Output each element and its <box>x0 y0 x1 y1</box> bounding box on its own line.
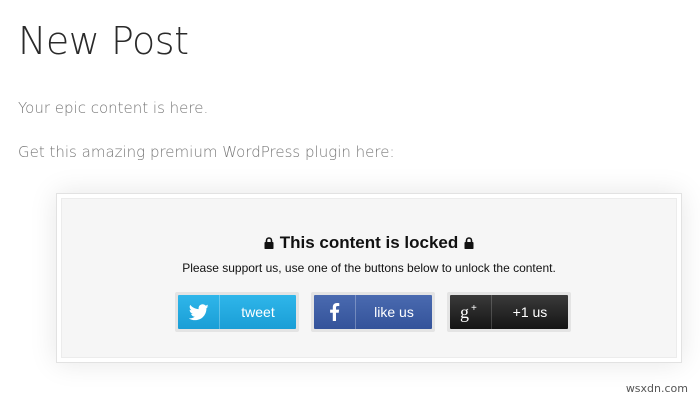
svg-text:+: + <box>471 303 477 314</box>
twitter-bird-icon <box>178 295 220 329</box>
tweet-button-frame: tweet <box>175 292 299 332</box>
watermark: wsxdn.com <box>625 382 688 395</box>
content-paragraph: Get this amazing premium WordPress plugi… <box>18 143 395 161</box>
page-title: New Post <box>18 19 189 63</box>
locker-message: Please support us, use one of the button… <box>182 261 556 275</box>
content-paragraph: Your epic content is here. <box>18 99 209 117</box>
plusone-button-frame: g + +1 us <box>447 292 571 332</box>
facebook-like-button[interactable]: like us <box>314 295 432 329</box>
lock-icon <box>464 237 474 249</box>
google-plus-icon: g + <box>450 295 492 329</box>
content-locker: This content is locked Please support us… <box>56 193 682 363</box>
like-button-frame: like us <box>311 292 435 332</box>
locker-heading: This content is locked <box>62 233 676 253</box>
plusone-button-label: +1 us <box>512 304 548 320</box>
svg-text:g: g <box>460 302 469 322</box>
tweet-button[interactable]: tweet <box>178 295 296 329</box>
tweet-button-label: tweet <box>241 304 275 320</box>
google-plus-button[interactable]: g + +1 us <box>450 295 568 329</box>
facebook-f-icon <box>314 295 356 329</box>
lock-icon <box>264 237 274 249</box>
locker-heading-text: This content is locked <box>279 233 459 252</box>
content-locker-panel: This content is locked Please support us… <box>61 198 677 358</box>
like-button-label: like us <box>374 304 414 320</box>
